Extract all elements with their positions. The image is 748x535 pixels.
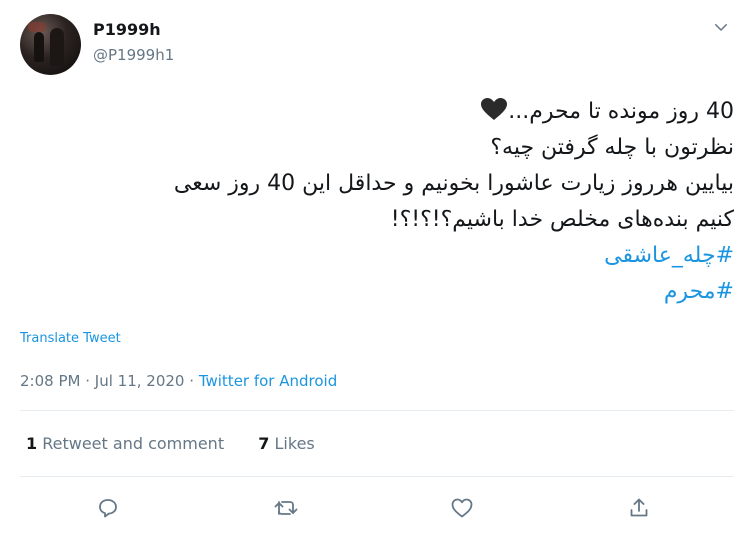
translate-tweet-link[interactable]: Translate Tweet (20, 331, 121, 346)
tweet-stats: 1 Retweet and comment 7 Likes (26, 434, 315, 453)
tweet-date[interactable]: Jul 11, 2020 (95, 372, 185, 390)
tweet-text: 40 روز مونده تا محرم... نظرتون با چله گر… (20, 94, 734, 310)
meta-separator: · (189, 372, 195, 390)
like-icon (451, 498, 473, 518)
likes-label: Likes (274, 434, 315, 453)
chevron-down-icon[interactable] (712, 18, 730, 36)
divider (20, 476, 734, 477)
tweet-time[interactable]: 2:08 PM (20, 372, 80, 390)
likes-count: 7 (258, 434, 270, 453)
tweet-actions (0, 490, 748, 526)
avatar-figure (50, 28, 64, 66)
avatar[interactable] (20, 14, 81, 75)
retweets-label: Retweet and comment (42, 434, 225, 453)
share-icon (630, 498, 648, 517)
user-handle[interactable]: @P1999h1 (93, 46, 174, 64)
reply-button[interactable] (90, 490, 126, 526)
hashtag-link[interactable]: #چله_عاشقی (20, 238, 734, 274)
reply-icon (99, 499, 117, 518)
retweet-icon (274, 501, 298, 515)
divider (20, 410, 734, 411)
tweet-meta: 2:08 PM · Jul 11, 2020 · Twitter for And… (20, 372, 337, 390)
avatar-figure (34, 32, 44, 62)
tweet-line-text: 40 روز مونده تا محرم... (508, 99, 734, 124)
meta-separator: · (85, 372, 91, 390)
tweet-source-link[interactable]: Twitter for Android (199, 372, 337, 390)
heart-emoji-icon (481, 98, 508, 120)
tweet-line: کنیم بنده‌های مخلص خدا باشیم؟!؟!؟! (390, 207, 734, 232)
hashtag-link[interactable]: #محرم (20, 274, 734, 310)
likes-stat[interactable]: 7 Likes (258, 434, 314, 453)
tweet-line: 40 روز مونده تا محرم... (20, 94, 734, 130)
share-button[interactable] (621, 490, 657, 526)
display-name[interactable]: P1999h (93, 20, 161, 39)
tweet-line: نظرتون با چله گرفتن چیه؟ (490, 135, 734, 160)
retweet-button[interactable] (268, 490, 304, 526)
retweets-stat[interactable]: 1 Retweet and comment (26, 434, 224, 453)
tweet-line: بیایین هرروز زیارت عاشورا بخونیم و حداقل… (173, 171, 734, 196)
retweets-count: 1 (26, 434, 38, 453)
avatar-glow (28, 22, 46, 32)
like-button[interactable] (444, 490, 480, 526)
